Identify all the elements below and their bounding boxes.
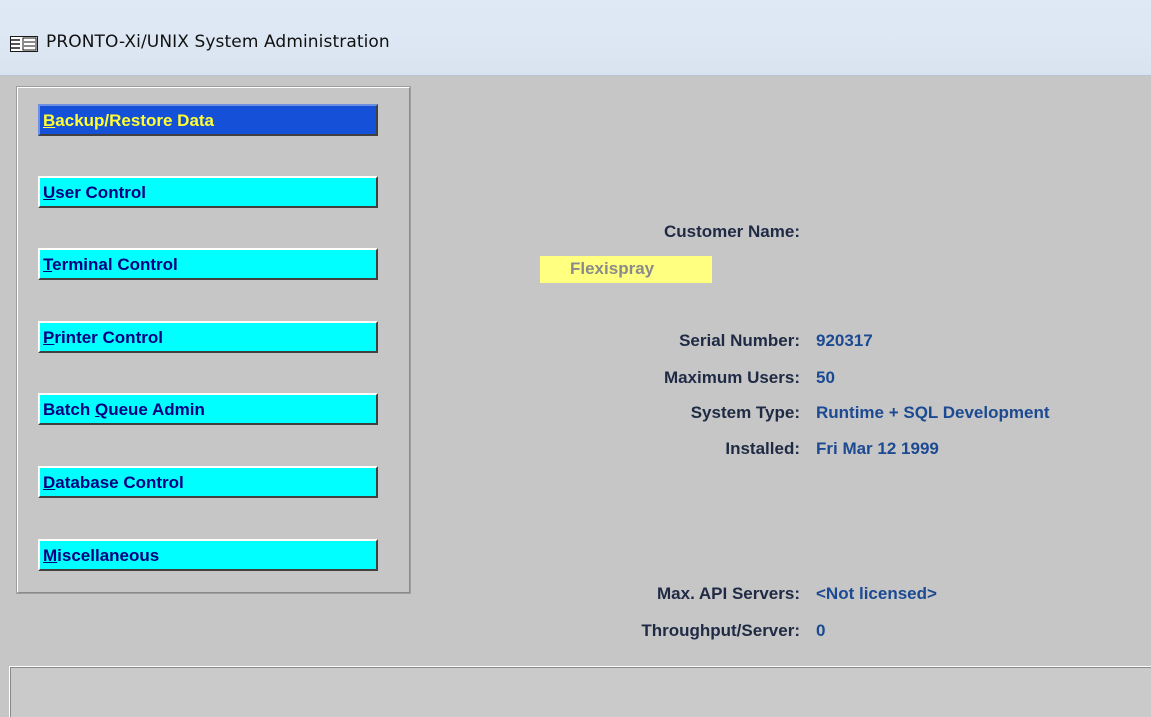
serial-number-value: 920317: [816, 331, 873, 350]
installed-value: Fri Mar 12 1999: [816, 439, 939, 458]
backup-restore-button[interactable]: Backup/Restore Data: [38, 104, 378, 136]
button-label: ser Control: [55, 183, 146, 202]
form-window-icon: [10, 36, 38, 52]
button-mnemonic: Q: [94, 400, 109, 419]
button-mnemonic: D: [43, 473, 56, 492]
batch-queue-admin-button[interactable]: Batch Queue Admin: [38, 393, 378, 425]
max-api-servers-label: Max. API Servers:: [657, 584, 800, 603]
customer-name-label: Customer Name:: [663, 222, 800, 241]
miscellaneous-button[interactable]: Miscellaneous: [38, 539, 378, 571]
button-mnemonic: B: [43, 111, 56, 130]
button-mnemonic: M: [43, 546, 58, 565]
throughput-server-value: 0: [816, 621, 826, 640]
button-mnemonic: T: [43, 255, 53, 274]
terminal-control-button[interactable]: Terminal Control: [38, 248, 378, 280]
button-label: ueue Admin: [108, 400, 205, 419]
installed-label: Installed:: [725, 439, 800, 458]
button-mnemonic: P: [43, 328, 55, 347]
window-title: PRONTO-Xi/UNIX System Administration: [46, 32, 390, 52]
database-control-button[interactable]: Database Control: [38, 466, 378, 498]
maximum-users-label: Maximum Users:: [663, 368, 800, 387]
button-label: erminal Control: [52, 255, 178, 274]
button-label: rinter Control: [54, 328, 163, 347]
max-api-servers-value: <Not licensed>: [816, 584, 937, 603]
system-type-value: Runtime + SQL Development: [816, 403, 1050, 422]
customer-name-field: Flexispray: [540, 256, 712, 283]
button-label: iscellaneous: [57, 546, 160, 565]
status-panel: [9, 666, 1151, 717]
maximum-users-value: 50: [816, 368, 835, 387]
button-mnemonic: U: [43, 183, 56, 202]
button-label-prefix: Batch: [43, 400, 95, 419]
button-label: atabase Control: [55, 473, 184, 492]
printer-control-button[interactable]: Printer Control: [38, 321, 378, 353]
throughput-server-label: Throughput/Server:: [641, 621, 800, 640]
button-label: ackup/Restore Data: [55, 111, 215, 130]
title-bar: PRONTO-Xi/UNIX System Administration: [0, 0, 1151, 76]
user-control-button[interactable]: User Control: [38, 176, 378, 208]
system-type-label: System Type:: [690, 403, 800, 422]
serial-number-label: Serial Number:: [679, 331, 800, 350]
